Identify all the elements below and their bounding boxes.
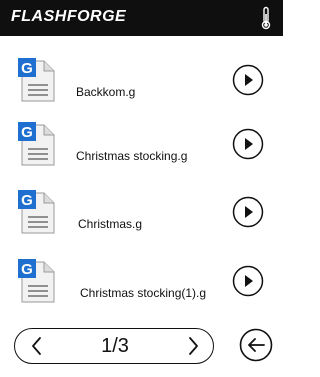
file-row[interactable]: G Christmas stocking(1).g xyxy=(0,256,283,324)
svg-text:G: G xyxy=(21,192,33,209)
brand-logo: FLASHFORGE xyxy=(11,8,127,25)
thermometer-icon[interactable] xyxy=(259,6,273,30)
play-icon[interactable] xyxy=(232,196,264,228)
gcode-file-icon: G xyxy=(18,122,55,166)
play-icon[interactable] xyxy=(232,265,264,297)
svg-text:G: G xyxy=(21,261,33,278)
svg-text:G: G xyxy=(21,60,33,77)
file-row[interactable]: G Christmas stocking.g xyxy=(0,119,283,187)
play-icon[interactable] xyxy=(232,64,264,96)
file-row[interactable]: G Christmas.g xyxy=(0,187,283,255)
arrow-left-icon[interactable] xyxy=(239,328,273,362)
gcode-file-icon: G xyxy=(18,190,55,234)
chevron-right-icon[interactable] xyxy=(185,335,201,357)
file-name: Christmas.g xyxy=(78,217,143,231)
file-name: Christmas stocking.g xyxy=(76,149,188,163)
file-row[interactable]: G Backkom.g xyxy=(0,55,283,123)
play-icon[interactable] xyxy=(232,128,264,160)
file-name: Christmas stocking(1).g xyxy=(80,286,207,300)
file-name: Backkom.g xyxy=(76,85,136,99)
top-bar: FLASHFORGE xyxy=(0,0,283,36)
pagination-bar: 1/3 xyxy=(14,328,214,364)
gcode-file-icon: G xyxy=(18,259,55,303)
gcode-file-icon: G xyxy=(18,58,55,102)
svg-text:G: G xyxy=(21,124,33,141)
